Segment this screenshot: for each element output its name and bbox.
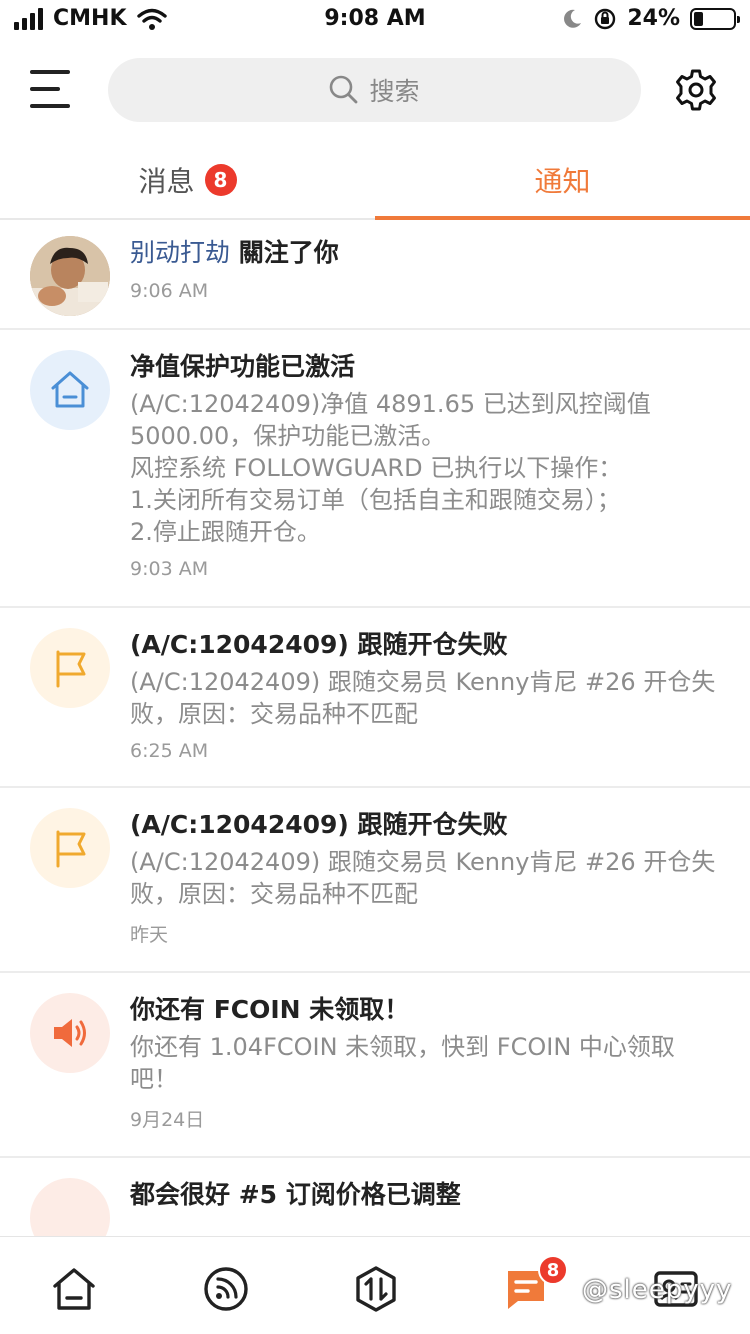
menu-icon[interactable] — [30, 68, 76, 110]
item-title: (A/C:12042409) 跟随开仓失败 — [130, 630, 508, 659]
gear-icon[interactable] — [674, 68, 718, 112]
list-item[interactable]: 净值保护功能已激活 (A/C:12042409)净值 4891.65 已达到风控… — [0, 330, 750, 608]
notification-list[interactable]: 别动打劫 關注了你 9:06 AM 净值保护功能已激活 (A/C:1204240… — [0, 222, 750, 1236]
tab-messages-label: 消息 — [138, 165, 195, 198]
list-item[interactable]: 别动打劫 關注了你 9:06 AM — [0, 222, 750, 330]
speaker-icon-badge — [30, 993, 110, 1073]
home-icon-badge — [30, 350, 110, 430]
item-time: 昨天 — [130, 924, 169, 946]
flag-icon-badge — [30, 628, 110, 708]
search-icon — [330, 75, 358, 104]
search-placeholder: 搜索 — [369, 77, 420, 106]
speaker-icon — [54, 1019, 86, 1047]
header: 搜索 — [0, 56, 750, 124]
nav-home-icon[interactable] — [50, 1265, 98, 1313]
item-time: 9月24日 — [130, 1109, 205, 1131]
battery-icon — [690, 7, 740, 30]
search-input[interactable]: 搜索 — [108, 58, 641, 122]
tab-messages[interactable]: 消息 8 — [0, 140, 375, 220]
tab-bar: 消息 8 通知 — [0, 140, 750, 220]
item-body: (A/C:12042409)净值 4891.65 已达到风控阈值 5000.00… — [130, 390, 651, 546]
list-item[interactable]: (A/C:12042409) 跟随开仓失败 (A/C:12042409) 跟随交… — [0, 608, 750, 788]
tab-notifications[interactable]: 通知 — [375, 140, 750, 220]
active-tab-indicator — [375, 216, 750, 220]
avatar-photo — [30, 236, 110, 316]
list-item[interactable]: 都会很好 #5 订阅价格已调整 — [0, 1158, 750, 1236]
item-time: 9:06 AM — [130, 280, 209, 302]
item-time: 9:03 AM — [130, 558, 209, 580]
status-bar: CMHK 9:08 AM 24% — [0, 0, 750, 40]
follow-text: 關注了你 — [238, 238, 339, 267]
tab-messages-badge: 8 — [204, 164, 237, 196]
item-title: 净值保护功能已激活 — [130, 352, 356, 381]
follower-name[interactable]: 别动打劫 — [130, 238, 230, 267]
messages-badge: 8 — [538, 1255, 568, 1285]
item-title: 都会很好 #5 订阅价格已调整 — [130, 1180, 461, 1209]
item-body: 你还有 1.04FCOIN 未领取，快到 FCOIN 中心领取吧！ — [130, 1033, 675, 1093]
item-title: (A/C:12042409) 跟随开仓失败 — [130, 810, 508, 839]
orientation-lock-icon — [595, 8, 616, 29]
flag-icon — [56, 830, 86, 868]
flag-icon-badge — [30, 808, 110, 888]
avatar[interactable] — [30, 236, 110, 316]
nav-trade-icon[interactable] — [352, 1265, 400, 1313]
tab-notifications-label: 通知 — [534, 165, 591, 198]
watermark: @sleepyyy — [582, 1275, 733, 1305]
list-item[interactable]: 你还有 FCOIN 未领取！ 你还有 1.04FCOIN 未领取，快到 FCOI… — [0, 973, 750, 1158]
home-icon — [51, 371, 89, 408]
battery-level — [694, 11, 704, 26]
speaker-icon-badge — [30, 1178, 110, 1236]
bottom-nav: 8 @sleepyyy — [0, 1236, 750, 1334]
item-body: (A/C:12042409) 跟随交易员 Kenny肯尼 #26 开仓失败，原因… — [130, 848, 716, 908]
list-item[interactable]: (A/C:12042409) 跟随开仓失败 (A/C:12042409) 跟随交… — [0, 788, 750, 973]
flag-icon — [56, 650, 86, 688]
item-title: 别动打劫 關注了你 — [130, 236, 720, 270]
battery-percent: 24% — [627, 6, 680, 31]
item-title: 你还有 FCOIN 未领取！ — [130, 995, 410, 1024]
moon-icon — [564, 9, 582, 28]
item-body: (A/C:12042409) 跟随交易员 Kenny肯尼 #26 开仓失败，原因… — [130, 668, 716, 728]
item-time: 6:25 AM — [130, 740, 209, 762]
nav-feed-icon[interactable] — [202, 1265, 250, 1313]
